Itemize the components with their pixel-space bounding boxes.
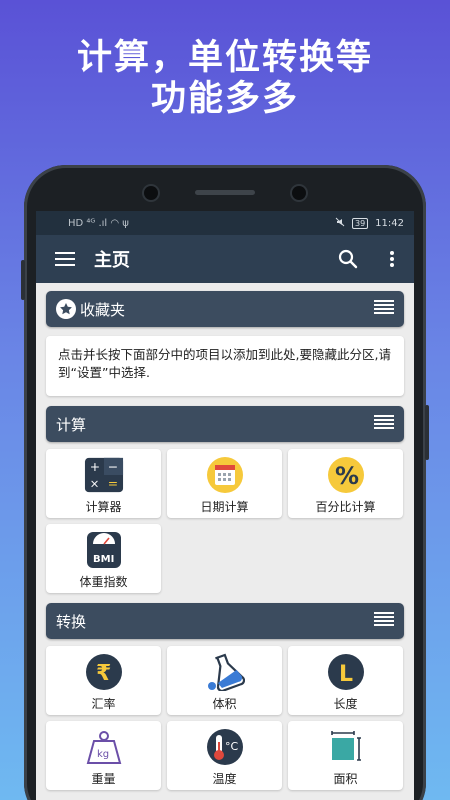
convert-title: 转换 xyxy=(56,612,87,631)
network-icons: HD ⁴ᴳ .ıl ◠ ψ xyxy=(68,217,129,229)
rupee-icon: ₹ xyxy=(84,653,124,691)
tile-label: 计算器 xyxy=(85,500,122,514)
calculate-grid: + − × = 计算器 日期计算 % 百分比计算 BMI 体重指数 xyxy=(46,449,404,593)
app-bar: 主页 xyxy=(36,235,414,283)
reorder-icon[interactable] xyxy=(374,415,394,433)
thermometer-icon: °C xyxy=(205,728,245,766)
length-glyph: L xyxy=(339,662,353,687)
weight-icon: kg xyxy=(84,728,124,766)
promo-headline: 计算，单位转换等 功能多多 xyxy=(0,38,450,120)
svg-text:+: + xyxy=(89,460,99,474)
svg-text:−: − xyxy=(107,460,117,474)
tile-label: 长度 xyxy=(333,697,358,711)
app-screen: HD ⁴ᴳ .ıl ◠ ψ 39 11:42 主页 收藏夹 点击并长按下面部分中… xyxy=(36,211,414,800)
mute-icon xyxy=(335,217,345,230)
tile-label: 温度 xyxy=(212,772,237,786)
favorites-header[interactable]: 收藏夹 xyxy=(46,291,404,327)
tile-percent-calc[interactable]: % 百分比计算 xyxy=(288,449,403,518)
status-right: 39 11:42 xyxy=(335,217,404,230)
flask-icon xyxy=(205,653,245,691)
weight-glyph: kg xyxy=(97,749,109,760)
calculator-icon: + − × = xyxy=(84,456,124,494)
tile-length[interactable]: L 长度 xyxy=(288,646,403,715)
length-icon: L xyxy=(326,653,366,691)
promo-line-1: 计算，单位转换等 xyxy=(76,38,373,78)
tile-label: 体积 xyxy=(212,697,237,711)
convert-header[interactable]: 转换 xyxy=(46,603,404,639)
tile-temperature[interactable]: °C 温度 xyxy=(167,721,282,790)
front-camera xyxy=(292,186,306,200)
reorder-icon[interactable] xyxy=(374,612,394,630)
percent-icon: % xyxy=(326,456,366,494)
svg-text:%: % xyxy=(335,462,359,490)
favorites-title: 收藏夹 xyxy=(80,300,126,319)
tile-label: 体重指数 xyxy=(79,575,128,589)
tile-label: 日期计算 xyxy=(200,500,249,514)
speaker-grille xyxy=(195,190,255,195)
calculate-title: 计算 xyxy=(56,415,87,434)
tile-date-calc[interactable]: 日期计算 xyxy=(167,449,282,518)
tile-label: 面积 xyxy=(333,772,358,786)
more-vert-icon[interactable] xyxy=(370,235,414,283)
volume-button xyxy=(21,260,25,300)
tile-currency[interactable]: ₹ 汇率 xyxy=(46,646,161,715)
tile-volume[interactable]: 体积 xyxy=(167,646,282,715)
calendar-icon xyxy=(205,456,245,494)
power-button xyxy=(425,405,429,460)
hamburger-menu-icon[interactable] xyxy=(36,235,94,283)
status-bar: HD ⁴ᴳ .ıl ◠ ψ 39 11:42 xyxy=(36,211,414,235)
promo-line-2: 功能多多 xyxy=(150,79,299,119)
main-content: 收藏夹 点击并长按下面部分中的项目以添加到此处,要隐藏此分区,请到“设置”中选择… xyxy=(36,283,414,790)
tile-area[interactable]: 面积 xyxy=(288,721,403,790)
star-icon xyxy=(56,299,76,319)
svg-text:=: = xyxy=(107,476,117,490)
search-icon[interactable] xyxy=(326,235,370,283)
tile-calculator[interactable]: + − × = 计算器 xyxy=(46,449,161,518)
status-left-icons: HD ⁴ᴳ .ıl ◠ ψ xyxy=(68,218,129,229)
convert-grid: ₹ 汇率 体积 L 长度 kg 重量 °C 温度 面积 xyxy=(46,646,404,790)
tile-label: 百分比计算 xyxy=(315,500,376,514)
tile-bmi[interactable]: BMI 体重指数 xyxy=(46,524,161,593)
area-icon xyxy=(326,728,366,766)
bmi-scale-icon: BMI xyxy=(84,531,124,569)
clock: 11:42 xyxy=(375,217,404,229)
tile-label: 汇率 xyxy=(91,697,116,711)
favorites-hint: 点击并长按下面部分中的项目以添加到此处,要隐藏此分区,请到“设置”中选择. xyxy=(46,336,404,396)
reorder-icon[interactable] xyxy=(374,300,394,318)
calculate-header[interactable]: 计算 xyxy=(46,406,404,442)
sensor-dot xyxy=(144,186,158,200)
svg-text:×: × xyxy=(89,476,99,490)
tile-weight[interactable]: kg 重量 xyxy=(46,721,161,790)
bmi-text: BMI xyxy=(93,554,114,565)
page-title: 主页 xyxy=(94,250,130,271)
battery-indicator: 39 xyxy=(351,217,369,229)
rupee-glyph: ₹ xyxy=(96,661,111,686)
celsius-glyph: °C xyxy=(225,740,239,753)
tile-label: 重量 xyxy=(91,772,116,786)
